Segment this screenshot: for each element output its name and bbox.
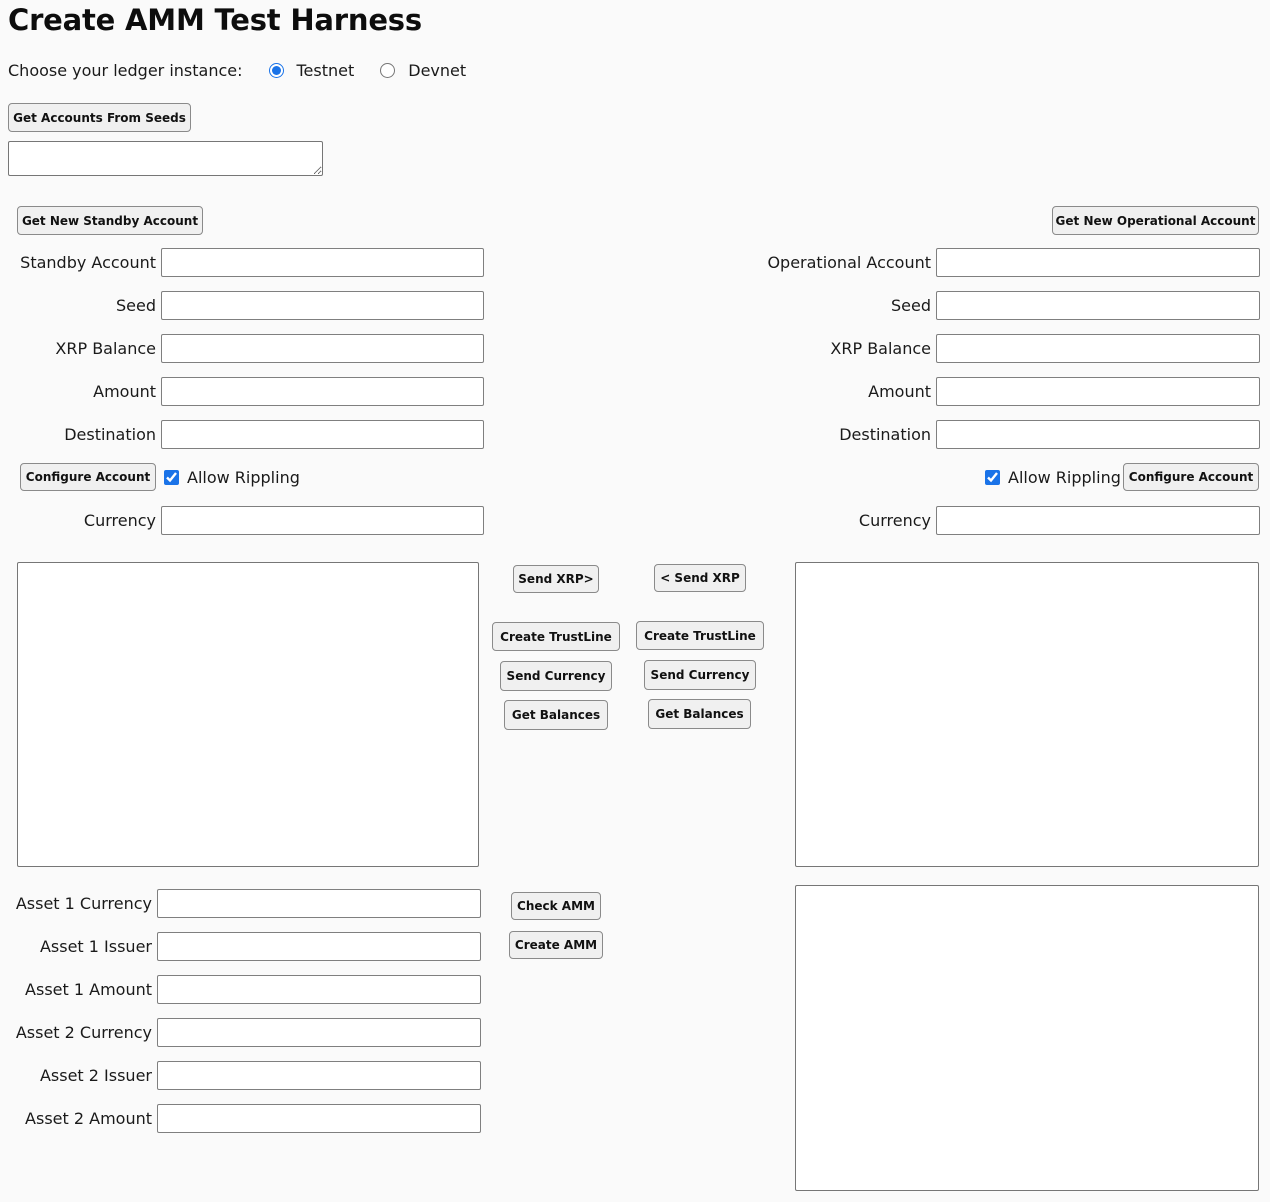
asset1-amount-row: Asset 1 Amount	[0, 975, 481, 1004]
devnet-radio-option[interactable]: Devnet	[380, 61, 466, 80]
operational-xrp-balance-input[interactable]	[936, 334, 1260, 363]
operational-destination-input[interactable]	[936, 420, 1260, 449]
standby-allow-rippling-checkbox[interactable]	[164, 470, 179, 485]
standby-seed-input[interactable]	[161, 291, 484, 320]
operational-create-trustline-button[interactable]: Create TrustLine	[636, 621, 764, 650]
asset2-currency-input[interactable]	[157, 1018, 481, 1047]
operational-currency-row: Currency	[640, 506, 1260, 535]
standby-send-currency-button[interactable]: Send Currency	[500, 661, 612, 691]
operational-destination-row: Destination	[640, 420, 1260, 449]
operational-xrp-balance-row: XRP Balance	[640, 334, 1260, 363]
operational-seed-input[interactable]	[936, 291, 1260, 320]
operational-amount-input[interactable]	[936, 377, 1260, 406]
operational-amount-row: Amount	[640, 377, 1260, 406]
asset2-amount-input[interactable]	[157, 1104, 481, 1133]
standby-account-input[interactable]	[161, 248, 484, 277]
operational-xrp-balance-label: XRP Balance	[640, 339, 936, 358]
standby-get-balances-button[interactable]: Get Balances	[504, 700, 608, 730]
operational-send-currency-button[interactable]: Send Currency	[644, 660, 756, 690]
standby-results-textarea[interactable]	[17, 562, 479, 867]
operational-currency-input[interactable]	[936, 506, 1260, 535]
standby-destination-label: Destination	[0, 425, 161, 444]
asset1-issuer-label: Asset 1 Issuer	[0, 937, 157, 956]
standby-allow-rippling-label: Allow Rippling	[187, 468, 300, 487]
seeds-textarea[interactable]	[8, 141, 323, 176]
standby-allow-rippling-option[interactable]: Allow Rippling	[164, 463, 300, 491]
operational-allow-rippling-label: Allow Rippling	[1008, 468, 1121, 487]
operational-destination-label: Destination	[640, 425, 936, 444]
standby-xrp-balance-label: XRP Balance	[0, 339, 161, 358]
standby-xrp-balance-row: XRP Balance	[0, 334, 484, 363]
ledger-instance-label: Choose your ledger instance:	[8, 61, 243, 80]
operational-send-xrp-button[interactable]: < Send XRP	[654, 564, 746, 592]
get-accounts-from-seeds-button[interactable]: Get Accounts From Seeds	[8, 103, 191, 132]
testnet-label: Testnet	[297, 61, 355, 80]
page-title: Create AMM Test Harness	[8, 0, 422, 40]
asset1-issuer-input[interactable]	[157, 932, 481, 961]
standby-seed-label: Seed	[0, 296, 161, 315]
operational-account-input[interactable]	[936, 248, 1260, 277]
standby-amount-input[interactable]	[161, 377, 484, 406]
operational-allow-rippling-option[interactable]: Allow Rippling	[985, 463, 1121, 491]
operational-amount-label: Amount	[640, 382, 936, 401]
standby-amount-row: Amount	[0, 377, 484, 406]
get-new-standby-account-button[interactable]: Get New Standby Account	[17, 206, 203, 235]
asset2-currency-row: Asset 2 Currency	[0, 1018, 481, 1047]
operational-currency-label: Currency	[640, 511, 936, 530]
operational-allow-rippling-checkbox[interactable]	[985, 470, 1000, 485]
ledger-instance-chooser: Choose your ledger instance: Testnet Dev…	[8, 58, 466, 82]
testnet-radio[interactable]	[269, 63, 284, 78]
operational-account-row: Operational Account	[640, 248, 1260, 277]
standby-destination-input[interactable]	[161, 420, 484, 449]
standby-currency-row: Currency	[0, 506, 484, 535]
devnet-radio[interactable]	[380, 63, 395, 78]
asset1-currency-label: Asset 1 Currency	[0, 894, 157, 913]
check-amm-button[interactable]: Check AMM	[511, 892, 601, 920]
testnet-radio-option[interactable]: Testnet	[269, 61, 355, 80]
operational-results-textarea[interactable]	[795, 562, 1259, 867]
asset1-amount-input[interactable]	[157, 975, 481, 1004]
standby-xrp-balance-input[interactable]	[161, 334, 484, 363]
standby-configure-account-button[interactable]: Configure Account	[20, 463, 156, 491]
standby-currency-input[interactable]	[161, 506, 484, 535]
asset2-issuer-input[interactable]	[157, 1061, 481, 1090]
standby-seed-row: Seed	[0, 291, 484, 320]
standby-send-xrp-button[interactable]: Send XRP>	[513, 565, 599, 593]
devnet-label: Devnet	[408, 61, 466, 80]
standby-account-row: Standby Account	[0, 248, 484, 277]
get-new-operational-account-button[interactable]: Get New Operational Account	[1052, 206, 1259, 235]
amm-results-textarea[interactable]	[795, 885, 1259, 1191]
operational-seed-label: Seed	[640, 296, 936, 315]
standby-account-label: Standby Account	[0, 253, 161, 272]
amm-test-harness-page: Create AMM Test Harness Choose your ledg…	[0, 0, 1270, 1202]
standby-currency-label: Currency	[0, 511, 161, 530]
standby-destination-row: Destination	[0, 420, 484, 449]
asset1-issuer-row: Asset 1 Issuer	[0, 932, 481, 961]
asset2-currency-label: Asset 2 Currency	[0, 1023, 157, 1042]
asset1-currency-row: Asset 1 Currency	[0, 889, 481, 918]
asset2-amount-row: Asset 2 Amount	[0, 1104, 481, 1133]
operational-seed-row: Seed	[640, 291, 1260, 320]
asset2-issuer-row: Asset 2 Issuer	[0, 1061, 481, 1090]
standby-create-trustline-button[interactable]: Create TrustLine	[492, 622, 620, 651]
asset1-amount-label: Asset 1 Amount	[0, 980, 157, 999]
asset2-amount-label: Asset 2 Amount	[0, 1109, 157, 1128]
operational-configure-account-button[interactable]: Configure Account	[1123, 463, 1259, 491]
create-amm-button[interactable]: Create AMM	[509, 931, 603, 959]
asset2-issuer-label: Asset 2 Issuer	[0, 1066, 157, 1085]
operational-account-label: Operational Account	[640, 253, 936, 272]
asset1-currency-input[interactable]	[157, 889, 481, 918]
operational-get-balances-button[interactable]: Get Balances	[648, 699, 751, 729]
standby-amount-label: Amount	[0, 382, 161, 401]
